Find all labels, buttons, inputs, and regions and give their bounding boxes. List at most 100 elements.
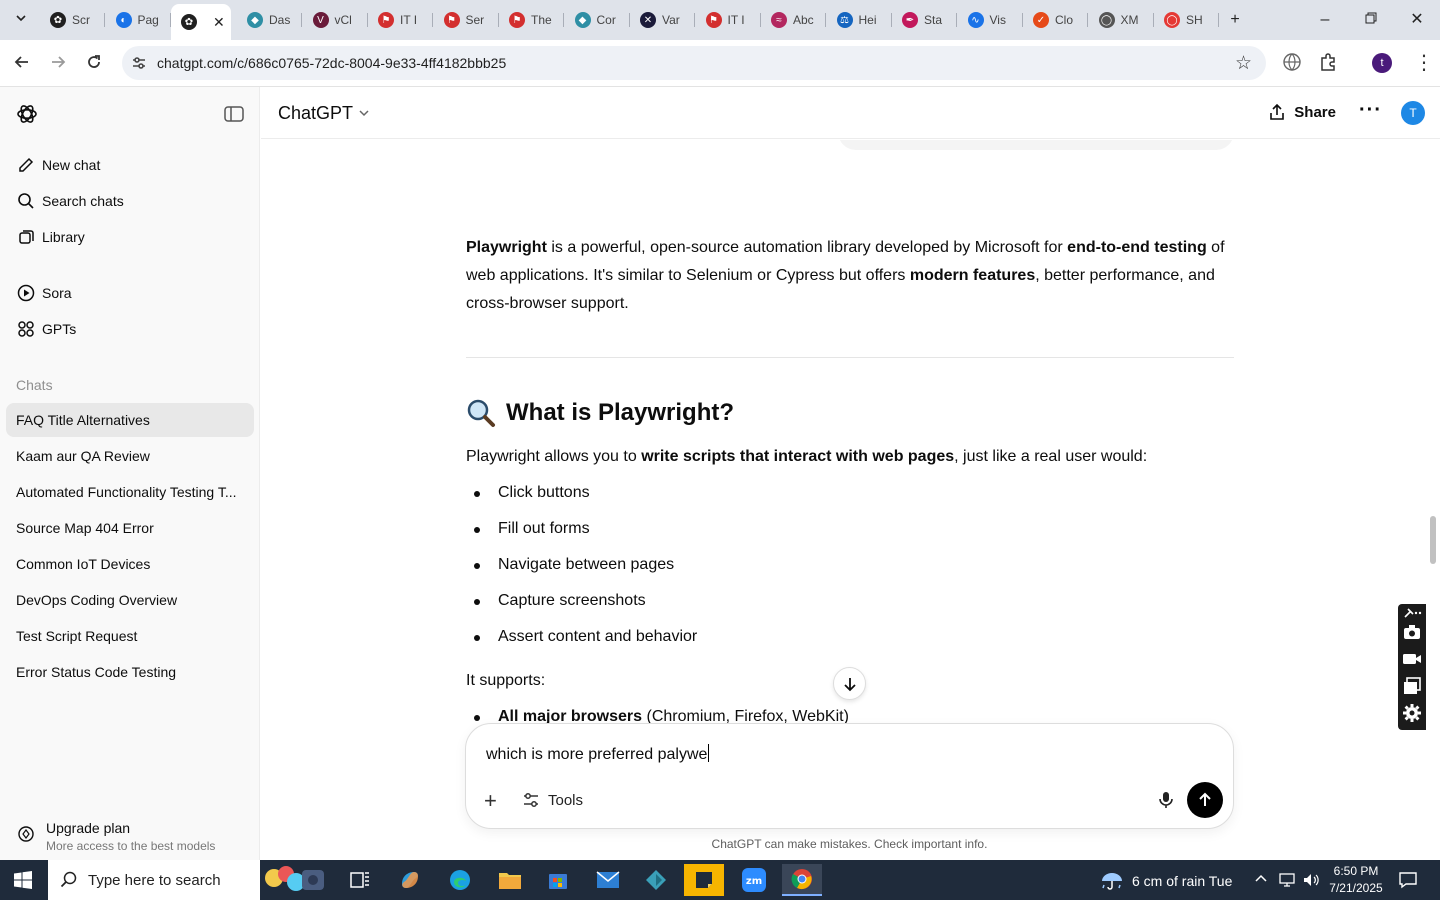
browser-tab[interactable]: ✕ Var xyxy=(630,6,695,34)
heading-text: What is Playwright? xyxy=(506,399,735,426)
volume-icon[interactable] xyxy=(1302,872,1320,893)
chat-item[interactable]: DevOps Coding Overview xyxy=(6,583,254,617)
chat-item[interactable]: Common IoT Devices xyxy=(6,547,254,581)
task-view-icon[interactable] xyxy=(340,864,380,896)
chat-item[interactable]: FAQ Title Alternatives xyxy=(6,403,254,437)
chat-item[interactable]: Source Map 404 Error xyxy=(6,511,254,545)
message-composer[interactable]: which is more preferred palywe + Tools xyxy=(465,723,1234,829)
chat-item[interactable]: Error Status Code Testing xyxy=(6,655,254,689)
chat-item[interactable]: Automated Functionality Testing T... xyxy=(6,475,254,509)
library-button[interactable]: Library xyxy=(16,227,85,247)
browser-tab[interactable]: ◆ Cor xyxy=(565,6,630,34)
back-button[interactable] xyxy=(8,50,36,78)
share-button[interactable]: Share xyxy=(1268,103,1336,121)
sidebar: New chat Search chats Library Sora GPTs … xyxy=(0,87,260,860)
mail-icon[interactable] xyxy=(588,864,628,896)
arrow-down-icon xyxy=(843,677,856,691)
notifications-icon[interactable] xyxy=(1398,871,1418,894)
video-camera-icon[interactable] xyxy=(1402,649,1422,669)
sticky-notes-icon[interactable] xyxy=(684,864,724,896)
library-label: Library xyxy=(42,229,85,245)
tab-search-button[interactable] xyxy=(6,8,36,32)
site-info-icon[interactable] xyxy=(130,54,148,72)
window-capture-icon[interactable] xyxy=(1402,676,1422,696)
taskbar-clock[interactable]: 6:50 PM 7/21/2025 xyxy=(1326,863,1386,897)
taskbar-search[interactable]: Type here to search xyxy=(48,860,260,900)
reload-button[interactable] xyxy=(80,50,108,78)
news-widget-icon[interactable] xyxy=(262,862,328,903)
list-item: Capture screenshots xyxy=(474,592,646,609)
new-chat-button[interactable]: New chat xyxy=(16,155,100,175)
settings-gear-icon[interactable] xyxy=(1402,703,1422,723)
add-attachment-button[interactable]: + xyxy=(484,788,497,814)
close-window-button[interactable]: ✕ xyxy=(1402,8,1432,32)
scroll-to-bottom-button[interactable] xyxy=(833,667,866,700)
browser-tab[interactable]: ◆ Das xyxy=(237,6,302,34)
browser-tab[interactable]: ⚑ Ser xyxy=(434,6,499,34)
browser-tab[interactable]: ⚑ The xyxy=(499,6,564,34)
microphone-icon[interactable] xyxy=(1157,790,1175,815)
browser-tab[interactable]: ✓ Clo xyxy=(1023,6,1088,34)
address-bar[interactable]: chatgpt.com/c/686c0765-72dc-8004-9e33-4f… xyxy=(122,46,1266,80)
network-icon[interactable] xyxy=(1278,872,1296,893)
ticket-icon: ⚑ xyxy=(705,12,722,28)
profile-avatar[interactable]: t xyxy=(1372,53,1392,73)
search-icon xyxy=(16,191,36,211)
bookmark-star-icon[interactable]: ☆ xyxy=(1235,52,1252,75)
tab-title: Cor xyxy=(596,13,616,27)
microsoft-store-icon[interactable] xyxy=(538,864,578,896)
browser-tab[interactable]: ✒ Sta xyxy=(892,6,957,34)
copilot-icon[interactable] xyxy=(390,864,430,896)
browser-tab[interactable]: VvCl xyxy=(303,6,368,34)
send-button[interactable] xyxy=(1187,782,1223,818)
browser-tab[interactable]: ⚖ Hei xyxy=(827,6,892,34)
gpts-button[interactable]: GPTs xyxy=(16,319,76,339)
show-hidden-icons-icon[interactable] xyxy=(1254,872,1268,889)
chrome-browser-icon[interactable] xyxy=(782,864,822,896)
edge-browser-icon[interactable] xyxy=(440,864,480,896)
browser-menu-icon[interactable]: ⋮ xyxy=(1414,50,1434,75)
sliders-icon xyxy=(524,793,538,807)
minimize-button[interactable]: – xyxy=(1310,8,1340,32)
tab-title: XM xyxy=(1120,13,1139,27)
camera-icon[interactable] xyxy=(1402,622,1422,642)
browser-tab-strip: ✿ Scr ◐ Pag ✿ ✕ ◆ Das VvCl ⚑ IT I ⚑ Ser ⚑ The ◆ Cor ✕ Var ⚑… xyxy=(0,0,1440,40)
prompt-input[interactable]: which is more preferred palywe xyxy=(486,744,709,764)
browser-tab[interactable]: ✿ Scr xyxy=(40,6,105,34)
weather-widget[interactable]: 6 cm of rain Tue xyxy=(1100,871,1232,891)
maximize-button[interactable] xyxy=(1356,8,1386,32)
toggle-sidebar-icon[interactable] xyxy=(224,105,244,128)
translate-icon[interactable] xyxy=(1282,52,1302,77)
windows-start-icon[interactable] xyxy=(14,871,32,894)
file-explorer-icon[interactable] xyxy=(490,864,530,896)
browser-tab[interactable]: ⚑ IT I xyxy=(696,6,761,34)
close-tab-icon[interactable]: ✕ xyxy=(213,14,225,31)
search-chats-button[interactable]: Search chats xyxy=(16,191,124,211)
chat-item[interactable]: Test Script Request xyxy=(6,619,254,653)
user-avatar[interactable]: T xyxy=(1401,101,1425,125)
extensions-icon[interactable] xyxy=(1318,52,1338,77)
openai-logo-icon[interactable] xyxy=(16,103,38,130)
search-chats-label: Search chats xyxy=(42,193,124,209)
app-diamond-icon[interactable] xyxy=(636,864,676,896)
browser-tab[interactable]: ∿ Vis xyxy=(958,6,1023,34)
new-chat-label: New chat xyxy=(42,157,101,173)
browser-tab[interactable]: ◯ SH xyxy=(1154,6,1219,34)
pin-icon[interactable] xyxy=(1402,606,1422,620)
sora-button[interactable]: Sora xyxy=(16,283,72,303)
tools-button[interactable]: Tools xyxy=(522,791,583,809)
zoom-app-icon[interactable]: zm xyxy=(734,864,774,896)
browser-tab[interactable]: ✿ ✕ xyxy=(171,4,231,40)
weather-text: 6 cm of rain Tue xyxy=(1132,873,1233,889)
model-selector[interactable]: ChatGPT xyxy=(278,103,370,124)
browser-tab[interactable]: ⚑ IT I xyxy=(368,6,433,34)
new-tab-button[interactable]: + xyxy=(1220,8,1250,32)
browser-tab[interactable]: ◯ XM xyxy=(1089,6,1154,34)
disclaimer-text: ChatGPT can make mistakes. Check importa… xyxy=(711,837,988,851)
more-options-icon[interactable]: ··· xyxy=(1359,99,1382,122)
browser-tab[interactable]: ◐ Pag xyxy=(106,6,171,34)
forward-button[interactable] xyxy=(44,50,72,78)
scrollbar-thumb[interactable] xyxy=(1430,516,1436,564)
browser-tab[interactable]: ≈ Abc xyxy=(761,6,826,34)
chat-item[interactable]: Kaam aur QA Review xyxy=(6,439,254,473)
